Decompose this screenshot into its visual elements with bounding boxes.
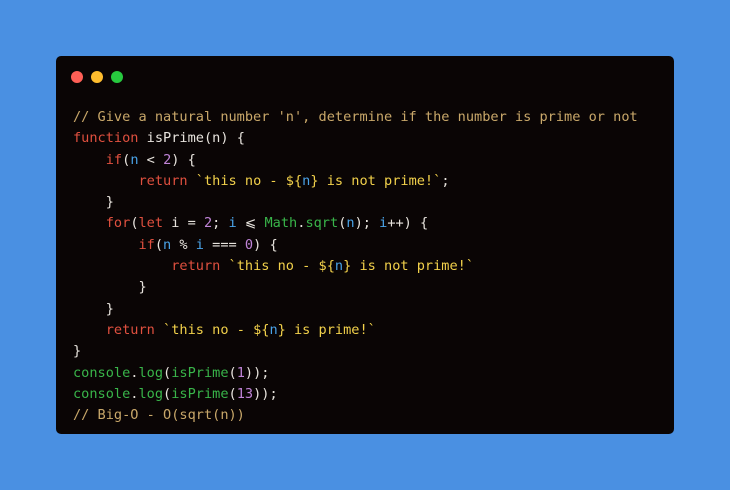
code-token-var: n [269, 321, 278, 338]
code-token-num: 13 [236, 385, 254, 402]
code-line: console.log(isPrime(1)); [73, 363, 638, 384]
code-token-plain: ( [228, 385, 237, 402]
code-token-num: 0 [244, 236, 254, 253]
minimize-button[interactable] [91, 71, 103, 83]
code-token-plain: i = [163, 215, 204, 232]
code-token-str: } is not prime!` [310, 172, 442, 189]
code-token-keyword: if [138, 236, 155, 253]
code-token-builtin: isPrime [171, 385, 229, 402]
code-block: // Give a natural number 'n', determine … [73, 107, 638, 426]
close-button[interactable] [71, 71, 83, 83]
code-token-comment: // Big-O - O(sqrt(n)) [73, 407, 245, 424]
code-token-str: } is prime!` [277, 321, 376, 338]
code-token-str: `this no - ${ [220, 258, 335, 275]
code-token-keyword: return [171, 258, 221, 275]
code-token-comment: // Give a natural number 'n', determine … [73, 109, 638, 125]
code-token-plain: ( [163, 364, 172, 381]
code-token-plain: } [73, 343, 82, 360]
code-token-plain: ; [212, 215, 229, 232]
code-token-plain: } [73, 279, 147, 296]
code-token-plain: isPrime(n) { [138, 130, 245, 147]
code-token-keyword: function [73, 130, 139, 147]
code-token-num: 2 [203, 215, 213, 232]
code-line: // Big-O - O(sqrt(n)) [73, 405, 638, 426]
code-line: } [73, 341, 638, 362]
code-token-plain: ( [130, 215, 139, 232]
code-token-builtin: log [138, 364, 164, 381]
code-line: if(n < 2) { [73, 150, 638, 171]
code-token-var: n [334, 258, 344, 275]
code-token-keyword: for [105, 215, 131, 232]
maximize-button[interactable] [111, 71, 123, 83]
code-token-keyword: if [105, 151, 123, 168]
code-token-builtin: log [138, 385, 164, 402]
code-token-plain: ); [354, 215, 380, 232]
window-controls [71, 71, 123, 83]
code-token-plain: } [73, 300, 114, 317]
code-token-builtin: console [73, 385, 131, 402]
code-token-builtin: isPrime [171, 364, 229, 381]
code-token-builtin: console [73, 364, 131, 381]
code-token-plain: === [203, 236, 245, 253]
code-token-plain: ( [228, 364, 237, 381]
code-line: } [73, 299, 638, 320]
code-line: function isPrime(n) { [73, 128, 638, 149]
code-line: // Give a natural number 'n', determine … [73, 107, 638, 128]
code-token-plain: ++) { [387, 215, 429, 232]
code-token-plain: ( [163, 385, 172, 402]
code-token-str: `this no - ${ [187, 172, 303, 189]
code-token-var: i [228, 215, 237, 232]
code-token-builtin: Math [264, 215, 298, 232]
code-line: console.log(isPrime(13)); [73, 384, 638, 405]
code-token-str: } is not prime!` [343, 258, 475, 275]
code-window: // Give a natural number 'n', determine … [56, 56, 674, 434]
code-token-plain: ) { [253, 236, 278, 253]
code-token-plain: } [73, 194, 114, 211]
code-token-plain: ; [441, 172, 450, 189]
code-line: return `this no - ${n} is not prime!`; [73, 171, 638, 192]
code-token-plain: % [171, 236, 196, 253]
code-token-var: n [163, 236, 172, 253]
code-line: for(let i = 2; i ⩽ Math.sqrt(n); i++) { [73, 213, 638, 234]
code-token-builtin: sqrt [305, 215, 339, 232]
code-line: return `this no - ${n} is not prime!` [73, 256, 638, 277]
code-line: return `this no - ${n} is prime!` [73, 320, 638, 341]
code-line: if(n % i === 0) { [73, 235, 638, 256]
code-token-str: `this no - ${ [154, 321, 270, 338]
code-token-keyword: return [138, 172, 188, 189]
code-token-num: 1 [236, 364, 245, 381]
code-token-plain: ⩽ [236, 215, 265, 232]
code-token-plain: ) { [171, 151, 196, 168]
code-token-var: i [195, 236, 204, 253]
code-token-plain: )); [244, 364, 270, 381]
code-token-plain: ( [154, 236, 164, 253]
code-token-var: n [130, 151, 139, 168]
code-token-plain: < [138, 151, 164, 168]
code-token-keyword: return [105, 321, 155, 338]
code-token-var: n [346, 215, 355, 232]
code-token-keyword: let [138, 215, 164, 232]
code-line: } [73, 192, 638, 213]
code-token-plain: )); [253, 385, 278, 402]
code-line: } [73, 277, 638, 298]
